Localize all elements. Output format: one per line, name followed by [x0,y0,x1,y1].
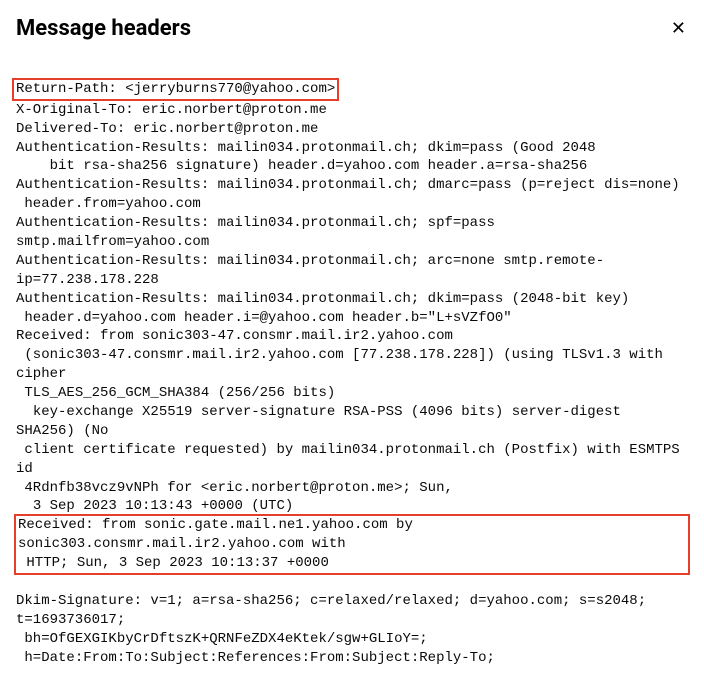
header-line: Authentication-Results: mailin034.proton… [16,291,629,307]
header-line: sonic303.consmr.mail.ir2.yahoo.com with [18,536,346,552]
header-line: Received: from sonic.gate.mail.ne1.yahoo… [18,517,413,533]
header-line: Received: from sonic303-47.consmr.mail.i… [16,328,453,344]
header-line: (sonic303-47.consmr.mail.ir2.yahoo.com [… [16,347,671,382]
header-line: bh=OfGEXGIKbyCrDftszK+QRNFeZDX4eKtek/sgw… [16,631,428,647]
header-line: Dkim-Signature: v=1; a=rsa-sha256; c=rel… [16,593,655,628]
modal-title: Message headers [16,16,191,41]
header-line: Authentication-Results: mailin034.proton… [16,253,604,288]
header-line: key-exchange X25519 server-signature RSA… [16,404,629,439]
close-icon[interactable]: ✕ [669,18,688,40]
header-line: 4Rdnfb38vcz9vNPh for <eric.norbert@proto… [16,480,453,496]
header-line: HTTP; Sun, 3 Sep 2023 10:13:37 +0000 [18,555,329,571]
header-line: Authentication-Results: mailin034.proton… [16,215,503,250]
header-line: X-Original-To: eric.norbert@proton.me [16,102,327,118]
header-line: Authentication-Results: mailin034.proton… [16,140,596,156]
highlighted-received: Received: from sonic.gate.mail.ne1.yahoo… [14,514,690,575]
header-line: h=Date:From:To:Subject:References:From:S… [16,650,495,666]
header-line: client certificate requested) by mailin0… [16,442,688,477]
header-line: header.from=yahoo.com [16,196,201,212]
message-headers-body: Return-Path: <jerryburns770@yahoo.com> X… [16,59,688,668]
header-line: Delivered-To: eric.norbert@proton.me [16,121,318,137]
header-line: Authentication-Results: mailin034.proton… [16,177,680,193]
modal-header: Message headers ✕ [16,16,688,41]
header-line: bit rsa-sha256 signature) header.d=yahoo… [16,158,587,174]
header-line: header.d=yahoo.com header.i=@yahoo.com h… [16,310,512,326]
header-line: TLS_AES_256_GCM_SHA384 (256/256 bits) [16,385,335,401]
header-line: 3 Sep 2023 10:13:43 +0000 (UTC) [16,498,293,514]
highlighted-return-path: Return-Path: <jerryburns770@yahoo.com> [12,78,339,101]
